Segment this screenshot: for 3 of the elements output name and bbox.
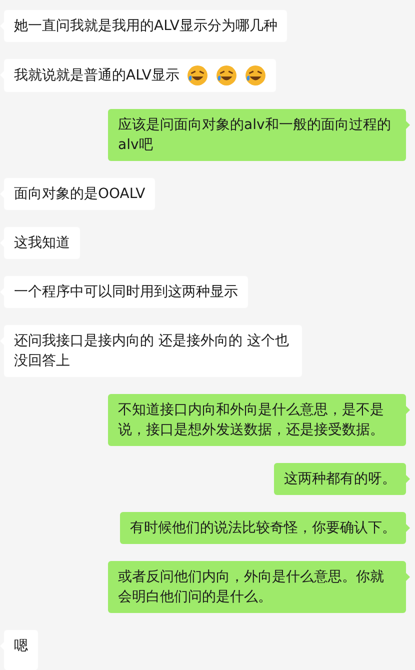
- laughing-face-icon: [187, 65, 208, 86]
- laughing-face-icon: [216, 65, 238, 86]
- laughing-face-icon: [245, 65, 266, 86]
